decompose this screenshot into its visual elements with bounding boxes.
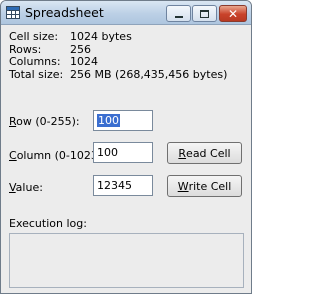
info-value: 256 MB (268,435,456 bytes)	[70, 67, 228, 81]
spreadsheet-window: Spreadsheet ✕ Cell size: 1024 bytes Rows…	[0, 0, 252, 294]
maximize-icon	[200, 9, 209, 18]
read-cell-button[interactable]: Read Cell	[167, 142, 242, 164]
value-input-value: 12345	[97, 179, 132, 192]
execution-log-label: Execution log:	[9, 217, 87, 230]
execution-log[interactable]	[9, 233, 244, 288]
column-input-value: 100	[97, 146, 118, 159]
close-button[interactable]: ✕	[219, 5, 247, 22]
column-label: Column (0-1023):	[9, 149, 106, 162]
window-title: Spreadsheet	[25, 5, 104, 20]
column-input[interactable]: 100	[93, 142, 153, 163]
row-label: Row (0-255):	[9, 115, 80, 128]
info-label: Columns:	[9, 55, 61, 68]
title-bar[interactable]: Spreadsheet ✕	[1, 1, 251, 25]
row-input[interactable]: 100	[93, 110, 153, 131]
write-cell-button[interactable]: Write Cell	[167, 175, 242, 197]
spreadsheet-icon	[6, 6, 20, 19]
minimize-icon	[174, 15, 183, 18]
value-label: Value:	[9, 181, 43, 194]
minimize-button[interactable]	[166, 5, 191, 22]
value-input[interactable]: 12345	[93, 175, 153, 196]
info-value: 1024	[70, 55, 98, 68]
info-value: 1024 bytes	[70, 30, 132, 43]
row-input-value: 100	[97, 114, 120, 127]
close-icon: ✕	[227, 6, 239, 21]
maximize-button[interactable]	[192, 5, 217, 22]
info-label: Cell size:	[9, 30, 59, 43]
info-label: Total size:	[9, 67, 64, 81]
